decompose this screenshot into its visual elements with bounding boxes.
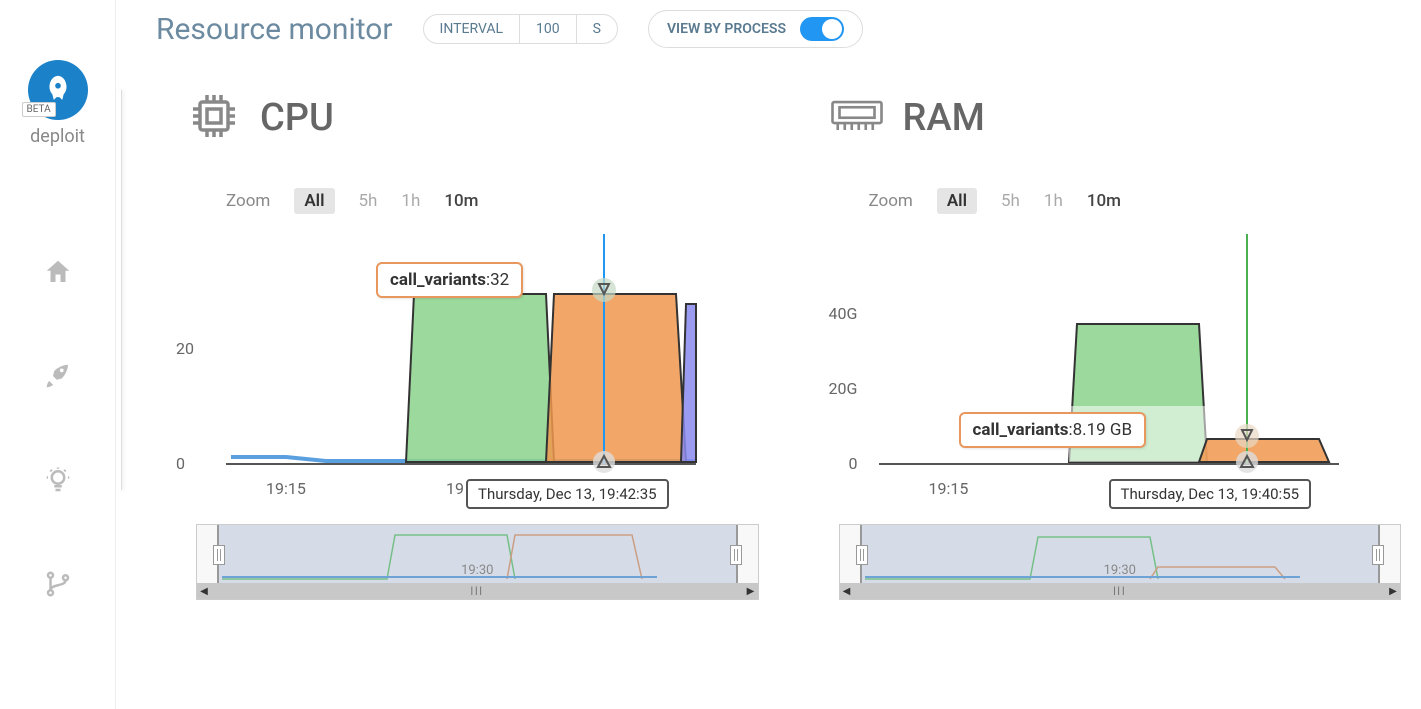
cpu-title: CPU (260, 96, 334, 140)
scroll-right-icon[interactable]: ▶ (743, 584, 757, 598)
page-title: Resource monitor (156, 12, 393, 47)
ram-y-0: 0 (849, 454, 858, 473)
cpu-nav-handle-left[interactable] (213, 545, 225, 565)
cpu-timestamp: Thursday, Dec 13, 19:42:35 (466, 479, 669, 509)
zoom-all[interactable]: All (937, 188, 977, 214)
view-toggle-label: VIEW BY PROCESS (667, 21, 786, 37)
rocket-icon: BETA (28, 60, 88, 120)
zoom-1h[interactable]: 1h (401, 191, 420, 211)
cpu-x-1915: 19:15 (266, 479, 306, 498)
ram-nav-handle-right[interactable] (1372, 545, 1384, 565)
zoom-10m[interactable]: 10m (1087, 191, 1121, 211)
interval-label: INTERVAL (424, 15, 520, 43)
divider (116, 90, 122, 490)
toggle-switch-icon[interactable] (800, 17, 844, 41)
interval-unit: S (577, 15, 617, 43)
ram-panel: RAM Zoom All 5h 1h 10m (799, 88, 1402, 600)
cpu-y-0: 0 (176, 454, 185, 473)
cpu-tooltip-value: 32 (490, 270, 509, 290)
rocket-nav-icon[interactable] (43, 361, 73, 395)
cpu-tooltip-key: call_variants (390, 270, 486, 290)
scroll-right-icon[interactable]: ▶ (1386, 584, 1400, 598)
zoom-label: Zoom (869, 191, 913, 211)
branch-icon[interactable] (43, 569, 73, 603)
cpu-panel: CPU Zoom All 5h 1h 10m (156, 88, 759, 600)
zoom-5h[interactable]: 5h (1001, 191, 1020, 211)
main-content: Resource monitor INTERVAL 100 S VIEW BY … (115, 0, 1421, 709)
scroll-left-icon[interactable]: ◀ (197, 584, 211, 598)
scroll-grip-icon[interactable]: ||| (1113, 586, 1126, 597)
app-name: deploit (28, 126, 88, 147)
scroll-left-icon[interactable]: ◀ (840, 584, 854, 598)
cpu-zoom-controls: Zoom All 5h 1h 10m (226, 188, 759, 214)
ram-tooltip-value: 8.19 GB (1073, 420, 1133, 440)
ram-navigator[interactable]: 19:30 ◀ ||| ▶ (839, 524, 1402, 600)
cpu-x-19: 19 (446, 479, 464, 498)
sidebar: BETA deploit (0, 0, 115, 709)
topbar: Resource monitor INTERVAL 100 S VIEW BY … (156, 10, 1401, 48)
zoom-1h[interactable]: 1h (1044, 191, 1063, 211)
app-logo[interactable]: BETA deploit (28, 60, 88, 147)
ram-title: RAM (903, 96, 985, 140)
zoom-5h[interactable]: 5h (359, 191, 378, 211)
ram-y-40g: 40G (829, 304, 858, 323)
ram-x-1915: 19:15 (929, 479, 969, 498)
ram-nav-tick: 19:30 (1104, 563, 1136, 578)
cpu-navigator[interactable]: 19:30 ↔ ◀ ||| ▶ (196, 524, 759, 600)
cpu-tooltip: call_variants:32 (376, 262, 523, 298)
ram-icon (829, 88, 885, 148)
ram-chart[interactable]: 40G 20G 0 19:15 call_variants:8.19 GB Th… (819, 234, 1402, 484)
lightbulb-icon[interactable] (43, 465, 73, 499)
home-icon[interactable] (43, 257, 73, 291)
view-by-process-toggle[interactable]: VIEW BY PROCESS (648, 10, 863, 48)
cpu-nav-handle-right[interactable] (730, 545, 742, 565)
ram-tooltip: call_variants:8.19 GB (959, 412, 1147, 448)
interval-value[interactable]: 100 (520, 15, 577, 43)
cpu-nav-scrollbar[interactable]: ◀ ||| ▶ (197, 583, 758, 599)
scroll-grip-icon[interactable]: ||| (471, 586, 484, 597)
zoom-label: Zoom (226, 191, 270, 211)
cpu-nav-tick: 19:30 (461, 563, 493, 578)
ram-zoom-controls: Zoom All 5h 1h 10m (869, 188, 1402, 214)
ram-nav-handle-left[interactable] (856, 545, 868, 565)
zoom-all[interactable]: All (294, 188, 334, 214)
ram-nav-scrollbar[interactable]: ◀ ||| ▶ (840, 583, 1401, 599)
cpu-chart[interactable]: 20 0 19:15 19 call_variants:32 Thursday,… (176, 234, 759, 484)
cpu-y-20: 20 (176, 339, 194, 358)
interval-control[interactable]: INTERVAL 100 S (423, 14, 618, 44)
beta-badge: BETA (22, 102, 56, 117)
ram-y-20g: 20G (829, 379, 858, 398)
ram-timestamp: Thursday, Dec 13, 19:40:55 (1109, 479, 1312, 509)
cpu-icon (186, 88, 242, 148)
ram-tooltip-key: call_variants (973, 420, 1069, 440)
zoom-10m[interactable]: 10m (444, 191, 478, 211)
